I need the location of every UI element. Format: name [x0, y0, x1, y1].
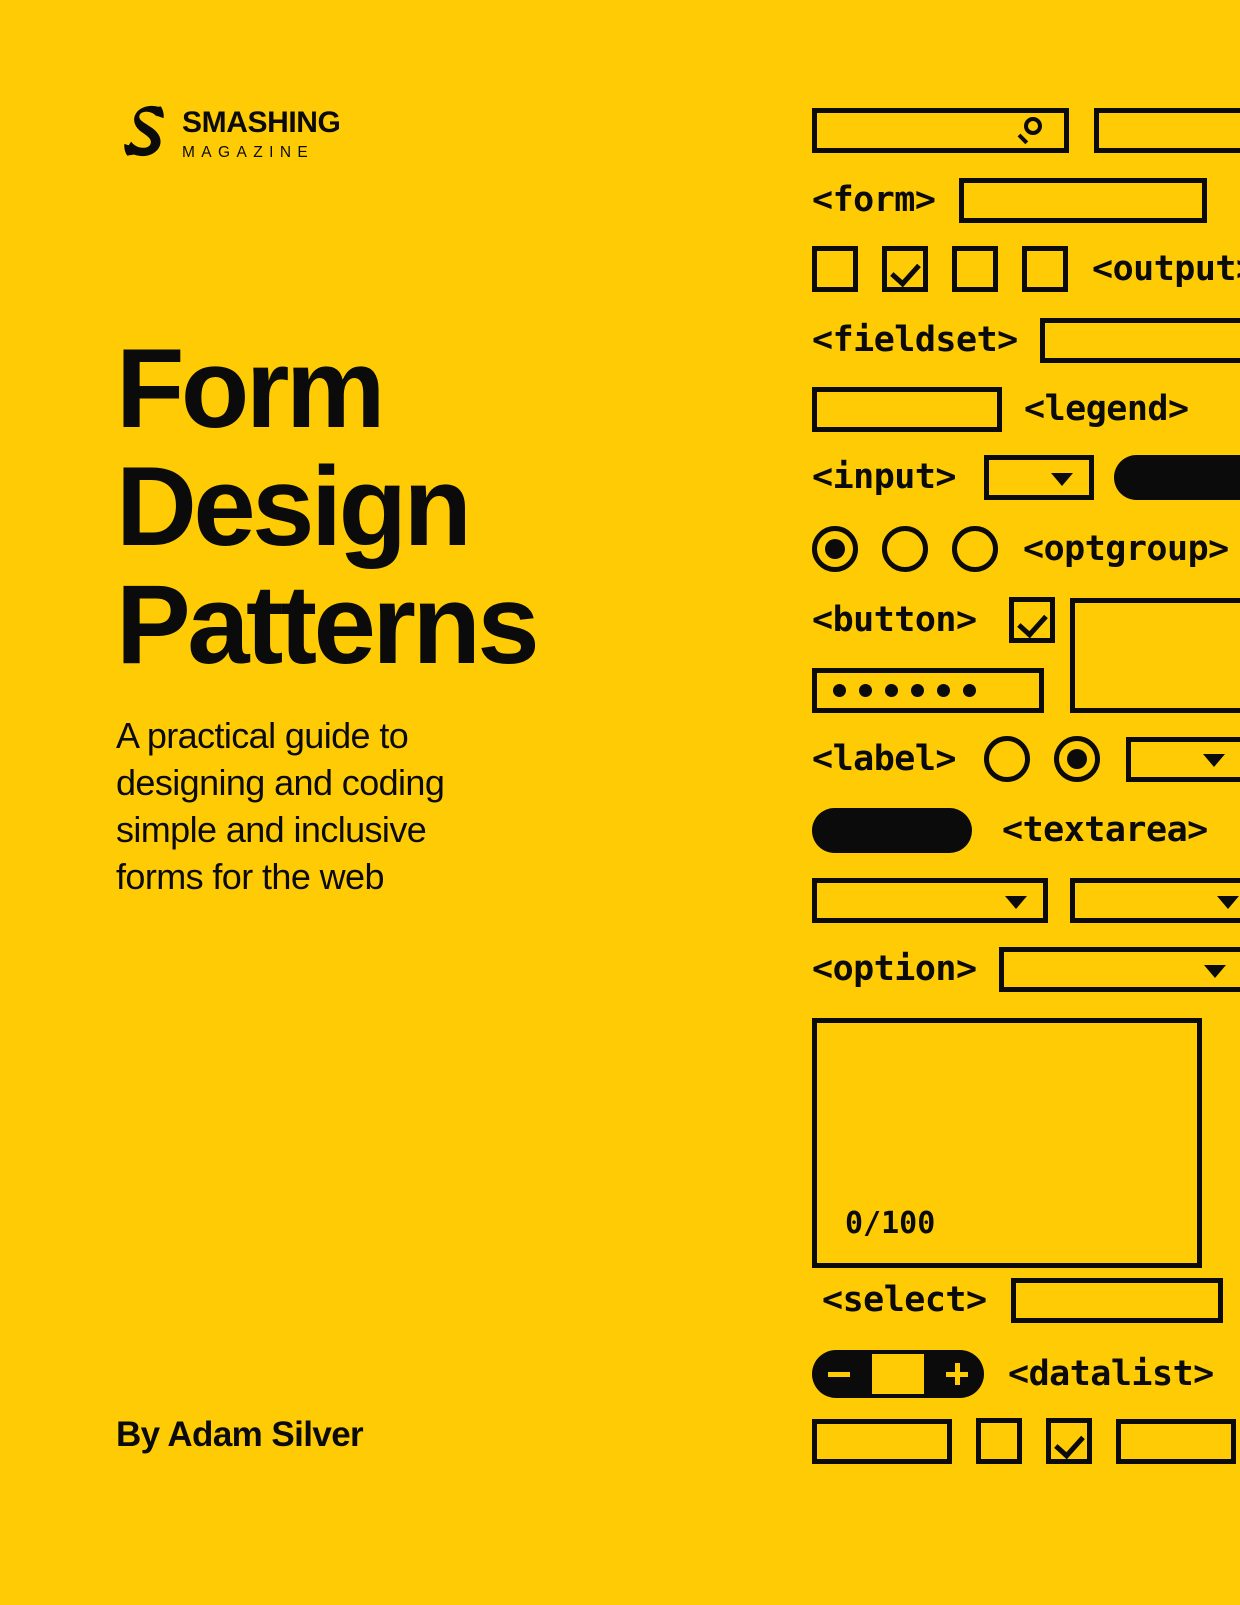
text-input[interactable] [1010, 1278, 1223, 1323]
text-input[interactable] [812, 1418, 952, 1464]
publisher-logo: SMASHING MAGAZINE [116, 103, 341, 161]
password-dot [911, 684, 924, 697]
select-dropdown[interactable] [812, 878, 1048, 923]
book-author: By Adam Silver [116, 1415, 364, 1454]
collage-row-password [812, 668, 1044, 713]
select-dropdown[interactable] [984, 455, 1095, 500]
collage-row-option: <option> [812, 947, 1240, 992]
collage-row-search [812, 108, 1240, 153]
collage-row-label: <label> [812, 736, 1240, 782]
smashing-s-mark-icon [124, 105, 164, 157]
form-element-collage: <form> <output> <fieldset> <legend> <inp… [812, 0, 1240, 1605]
password-dot [963, 684, 976, 697]
password-dot [833, 684, 846, 697]
subtitle-line-3: simple and inclusive [116, 809, 427, 850]
radio[interactable] [952, 526, 998, 572]
collage-row-select: <select> [822, 1278, 1223, 1323]
text-input[interactable] [1116, 1418, 1236, 1464]
collage-row-selects [812, 878, 1240, 923]
textarea-with-counter[interactable]: 0/100 [812, 1018, 1202, 1268]
tag-fieldset: <fieldset> [812, 320, 1018, 360]
tag-optgroup: <optgroup> [1023, 528, 1229, 569]
collage-row-button: <button> [812, 597, 1055, 643]
checkbox[interactable] [976, 1418, 1022, 1464]
collage-row-fieldset: <fieldset> [812, 318, 1240, 363]
cover-left-column: SMASHING MAGAZINE Form Design Patterns A… [116, 0, 736, 1605]
select-dropdown[interactable] [1126, 736, 1240, 782]
plus-icon[interactable] [946, 1363, 968, 1385]
subtitle-line-4: forms for the web [116, 856, 385, 897]
stepper-value-field[interactable] [872, 1354, 924, 1394]
checkbox[interactable] [812, 246, 858, 292]
tag-form: <form> [812, 180, 936, 220]
title-line-3: Patterns [116, 562, 540, 687]
text-input[interactable] [959, 178, 1208, 223]
submit-button[interactable] [812, 808, 972, 853]
text-input[interactable] [1039, 318, 1240, 363]
tag-option: <option> [812, 949, 977, 989]
subtitle-line-1: A practical guide to [116, 715, 409, 756]
collage-row-legend: <legend> [812, 387, 1189, 432]
tag-label: <label> [812, 738, 957, 779]
password-dot [885, 684, 898, 697]
character-counter: 0/100 [845, 1206, 936, 1241]
collage-row-datalist: <datalist> [812, 1350, 1214, 1398]
textarea[interactable] [1070, 598, 1240, 713]
password-input[interactable] [812, 668, 1044, 713]
tag-textarea: <textarea> [1002, 810, 1208, 850]
subtitle-line-2: designing and coding [116, 762, 445, 803]
text-input[interactable] [1094, 108, 1240, 153]
radio[interactable] [882, 526, 928, 572]
title-line-2: Design [116, 444, 472, 569]
collage-row-textarea: <textarea> [812, 808, 1208, 853]
tag-select: <select> [822, 1280, 987, 1320]
radio-selected[interactable] [812, 526, 858, 572]
book-subtitle: A practical guide to designing and codin… [116, 712, 546, 900]
checkbox[interactable] [1022, 246, 1068, 292]
password-dot [937, 684, 950, 697]
minus-icon[interactable] [828, 1371, 850, 1377]
select-dropdown[interactable] [998, 947, 1240, 992]
search-input[interactable] [812, 108, 1069, 153]
radio-selected[interactable] [1054, 736, 1101, 782]
tag-input: <input> [812, 457, 957, 497]
checkbox-checked[interactable] [1008, 597, 1055, 643]
collage-row-form: <form> [812, 178, 1208, 223]
radio[interactable] [984, 736, 1031, 782]
select-dropdown[interactable] [1070, 878, 1240, 923]
title-line-1: Form [116, 326, 386, 451]
checkbox-checked[interactable] [882, 246, 928, 292]
checkbox[interactable] [952, 246, 998, 292]
collage-row-bottom [812, 1418, 1236, 1464]
collage-row-radios: <optgroup> [812, 526, 1229, 572]
tag-output: <output> [1092, 248, 1240, 289]
password-dot [859, 684, 872, 697]
publisher-subname: MAGAZINE [182, 144, 315, 161]
text-input[interactable] [812, 387, 1002, 432]
book-cover: SMASHING MAGAZINE Form Design Patterns A… [0, 0, 1240, 1605]
book-title: Form Design Patterns [116, 330, 736, 684]
tag-button: <button> [812, 599, 977, 640]
search-icon [1017, 116, 1048, 146]
collage-row-input: <input> [812, 455, 1240, 500]
publisher-wordmark: SMASHING MAGAZINE [182, 103, 341, 161]
collage-row-checkboxes: <output> [812, 246, 1240, 292]
publisher-name: SMASHING [182, 106, 341, 139]
number-stepper[interactable] [812, 1350, 984, 1398]
checkbox-checked[interactable] [1046, 1418, 1092, 1464]
tag-legend: <legend> [1024, 389, 1189, 429]
tag-datalist: <datalist> [1008, 1353, 1214, 1394]
submit-button[interactable] [1114, 455, 1240, 500]
